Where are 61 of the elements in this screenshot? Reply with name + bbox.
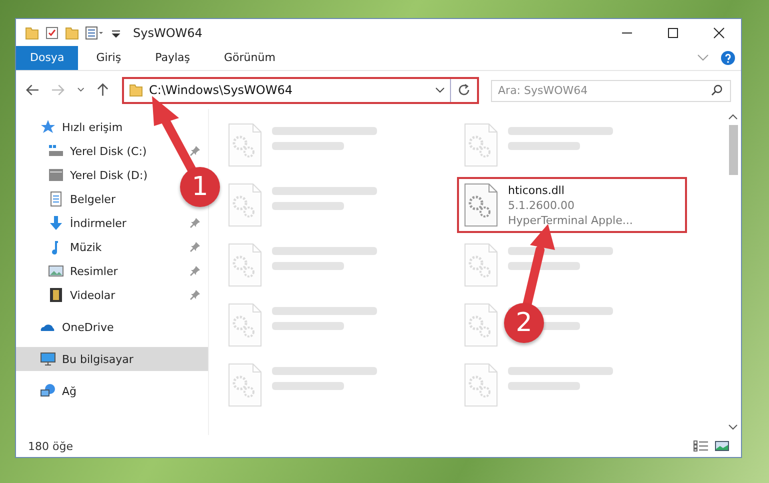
drive-icon [48,143,64,159]
ribbon-tab[interactable]: Paylaş [139,46,206,70]
ribbon-tab[interactable]: Giriş [80,46,138,70]
file-name: hticons.dll [508,183,566,198]
blurred-text-bar [272,382,344,390]
pin-icon[interactable] [190,290,200,300]
film-icon [48,287,64,303]
checkbox-icon[interactable] [45,26,59,40]
help-icon[interactable] [721,51,735,65]
picture-icon [48,263,64,279]
ribbon-tab[interactable]: Görünüm [208,46,292,70]
caret-icon[interactable] [76,87,85,93]
search-icon [711,84,724,96]
sidebar-item[interactable]: Belgeler [16,187,124,211]
blurred-text-bar [272,142,344,150]
network-icon [40,383,56,399]
monitor-icon [40,351,56,367]
pin-icon[interactable] [190,146,200,156]
maximize-icon[interactable] [667,26,679,38]
file-item[interactable]: hticons.dll 5.1.2600.00 HyperTerminal Apple... [457,177,687,233]
blurred-text-bar [508,382,580,390]
folder-icon [25,26,39,40]
tiles-view-icon[interactable] [715,440,729,452]
sidebar-item[interactable]: Müzik [16,235,208,259]
blurred-text-bar [508,142,580,150]
window-title: SysWOW64 [133,26,202,40]
sidebar-item[interactable]: Videolar [16,283,208,307]
scroll-down-icon[interactable] [728,424,738,430]
sidebar-item[interactable]: İndirmeler [16,211,208,235]
search-field[interactable]: Ara: SysWOW64 [491,80,732,102]
sidebar-item[interactable]: Bu bilgisayar [16,347,208,371]
sidebar-item[interactable]: Hızlı erişim [16,115,131,139]
item-count: 180 öğe [28,440,73,452]
pin-icon[interactable] [190,218,200,228]
sidebar-item[interactable]: Yerel Disk (C:) [16,139,208,163]
back-icon[interactable] [26,84,40,96]
chevron-down-icon[interactable] [435,87,446,93]
scrollbar-thumb[interactable] [728,125,738,175]
blurred-text-bar [272,202,344,210]
sidebar-item[interactable]: Ağ [16,379,85,403]
sidebar-item[interactable]: OneDrive [16,315,122,339]
details-view-icon[interactable] [693,440,709,452]
properties-icon[interactable] [85,26,105,40]
document-icon [48,191,64,207]
file-description: HyperTerminal Apple... [508,213,633,228]
pin-icon[interactable] [190,242,200,252]
file-description: 5.1.2600.00 [508,198,576,213]
sidebar-item[interactable]: Resimler [16,259,208,283]
pin-icon[interactable] [190,266,200,276]
folder-icon [129,83,144,97]
scroll-up-icon[interactable] [728,114,738,120]
close-icon[interactable] [713,26,725,38]
drive-icon [48,167,64,183]
sidebar-item[interactable]: Yerel Disk (D:) [16,163,156,187]
refresh-icon[interactable] [457,83,472,97]
download-arrow-icon [48,215,64,231]
ribbon-tab[interactable]: Dosya [16,46,78,70]
up-arrow-icon[interactable] [96,83,108,97]
blurred-text-bar [272,322,344,330]
star-icon [40,119,56,135]
blurred-text-bar [272,262,344,270]
